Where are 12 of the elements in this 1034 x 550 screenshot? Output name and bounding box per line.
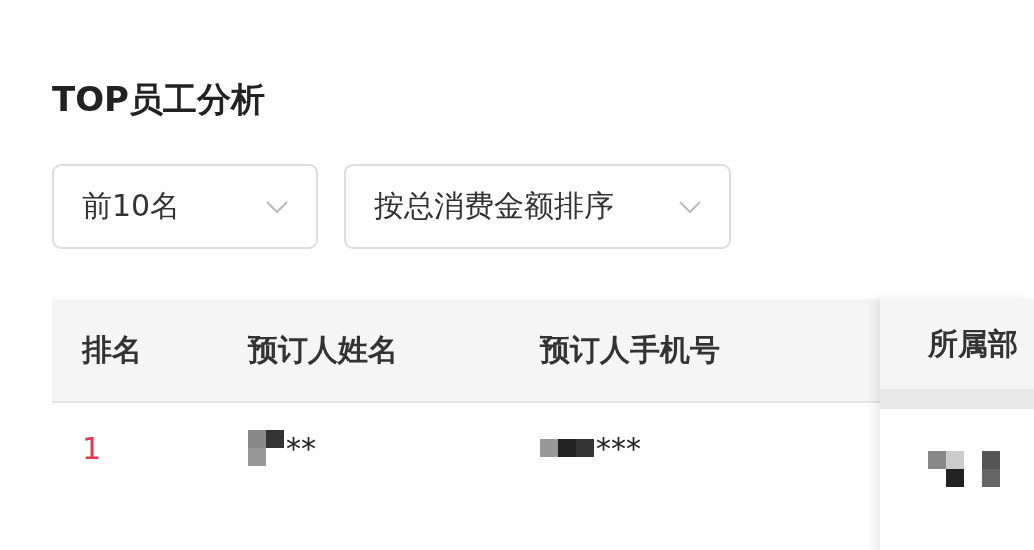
section-title: TOP员工分析 bbox=[52, 78, 266, 121]
column-header: 所属部 bbox=[928, 324, 1018, 363]
chevron-down-icon bbox=[679, 200, 701, 213]
rank-cell-text: 1 bbox=[82, 430, 103, 466]
chevron-down-icon bbox=[266, 200, 288, 213]
dropdown[interactable]: 前10名 bbox=[52, 164, 318, 249]
masked-name: ** bbox=[286, 430, 316, 466]
column-header: 预订人手机号 bbox=[540, 330, 721, 369]
dropdown[interactable]: 按总消费金额排序 bbox=[344, 164, 731, 249]
column-header: 排名 bbox=[82, 330, 143, 369]
column-header: 预订人姓名 bbox=[248, 330, 399, 369]
masked-phone: *** bbox=[596, 430, 641, 466]
